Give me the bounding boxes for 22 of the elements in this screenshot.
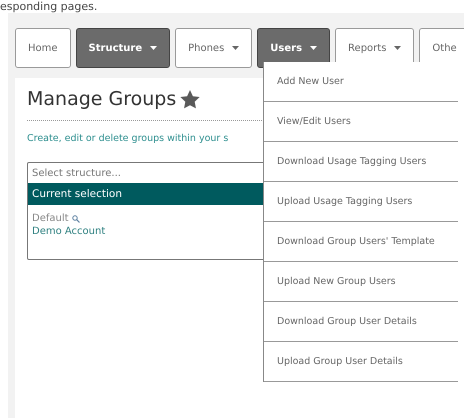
menu-item[interactable]: Download Usage Tagging Users	[264, 142, 458, 182]
nav-tab[interactable]: Structure	[76, 28, 170, 68]
menu-item[interactable]: View/Edit Users	[264, 102, 458, 142]
menu-item[interactable]: Add New User	[264, 62, 458, 102]
search-icon	[72, 214, 80, 222]
page-heading: esponding pages.	[0, 0, 98, 13]
caret-icon	[394, 46, 402, 50]
nav-tab[interactable]: Phones	[175, 28, 252, 68]
menu-item[interactable]: Upload Usage Tagging Users	[264, 182, 458, 222]
description-text: Create, edit or delete groups within your s	[27, 133, 230, 144]
structure-option[interactable]: Demo Account	[32, 226, 106, 237]
menu-item[interactable]: Upload Group User Details	[264, 342, 458, 382]
menu-item[interactable]: Download Group User Details	[264, 302, 458, 342]
star-icon[interactable]	[180, 90, 200, 108]
menu-item[interactable]: Upload New Group Users	[264, 262, 458, 302]
caret-icon	[310, 46, 318, 50]
menu-item[interactable]: Download Group Users' Template	[264, 222, 458, 262]
caret-icon	[150, 46, 158, 50]
nav-tab[interactable]: Home	[15, 28, 71, 68]
page-title: Manage Groups	[27, 88, 176, 110]
structure-option[interactable]: Default	[32, 213, 80, 224]
caret-icon	[232, 46, 240, 50]
